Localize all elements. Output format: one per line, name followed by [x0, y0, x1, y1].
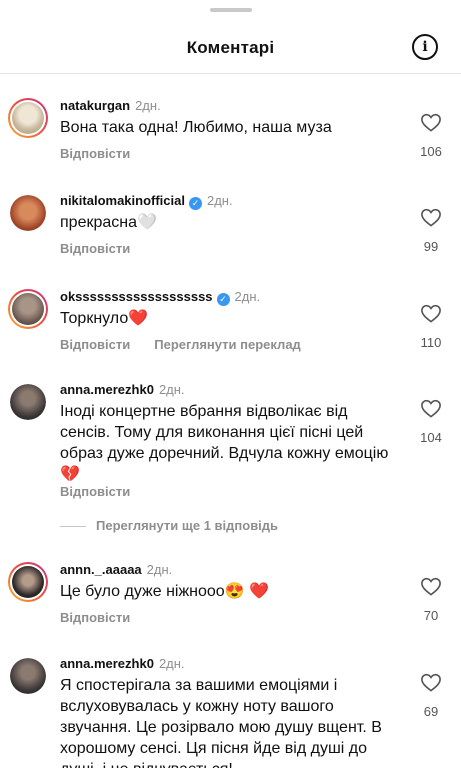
- avatar[interactable]: [8, 289, 48, 329]
- heart-icon[interactable]: [420, 672, 442, 692]
- reply-button[interactable]: Відповісти: [60, 484, 130, 499]
- comment-text: Вона така одна! Любимо, наша муза: [60, 119, 332, 136]
- comment-username[interactable]: natakurgan: [60, 98, 130, 113]
- comment-text: Іноді концертне вбрання відволікає від с…: [60, 403, 389, 462]
- view-replies-button[interactable]: Переглянути ще 1 відповідь: [60, 518, 278, 533]
- heart-icon[interactable]: [420, 303, 442, 323]
- heart-icon[interactable]: [420, 207, 442, 227]
- comment-time: 2дн.: [158, 382, 185, 397]
- comment-text: Це було дуже ніжнооо: [60, 583, 225, 600]
- comment-username[interactable]: oksssssssssssssssssss: [60, 289, 213, 304]
- comment-text: Я спостерігала за вашими емоціями і вслу…: [60, 677, 382, 768]
- white-heart-emoji: 🤍: [137, 214, 157, 231]
- like-count: 106: [420, 144, 442, 159]
- comment-username[interactable]: annn._.aaaaa: [60, 562, 142, 577]
- avatar[interactable]: [8, 562, 48, 602]
- broken-heart-emoji: 💔: [60, 466, 80, 483]
- verified-badge-icon: ✓: [188, 197, 202, 210]
- comments-header: Коментарі i: [0, 24, 461, 74]
- like-count: 110: [420, 335, 442, 350]
- replies-divider: [60, 526, 86, 528]
- page-title: Коментарі: [186, 38, 275, 57]
- like-count: 70: [423, 608, 439, 623]
- heart-icon[interactable]: [420, 398, 442, 418]
- heart-icon[interactable]: [420, 112, 442, 132]
- avatar[interactable]: [10, 658, 46, 694]
- comment-time: 2дн.: [135, 98, 161, 113]
- avatar[interactable]: [10, 195, 46, 231]
- comment-time: 2дн.: [158, 656, 185, 671]
- comment-time: 2дн.: [146, 562, 173, 577]
- comment-time: 2дн.: [234, 289, 261, 304]
- comments-sheet: Коментарі i natakurgan 2дн. Вона така одн…: [0, 0, 461, 768]
- reply-button[interactable]: Відповісти: [60, 146, 130, 161]
- avatar[interactable]: [10, 384, 46, 420]
- like-count: 104: [420, 430, 442, 445]
- comment-text: прекрасна: [60, 214, 137, 231]
- comment-time: 2дн.: [206, 193, 233, 208]
- sheet-grabber[interactable]: [210, 8, 252, 12]
- verified-badge-icon: ✓: [216, 293, 230, 306]
- like-count: 99: [423, 239, 439, 254]
- avatar[interactable]: [8, 98, 48, 138]
- heart-eyes-emoji: 😍 ❤️: [224, 583, 269, 600]
- comment-username[interactable]: anna.merezhk0: [60, 656, 154, 671]
- reply-button[interactable]: Відповісти: [60, 241, 130, 256]
- heart-icon[interactable]: [420, 576, 442, 596]
- comment-text: Торкнуло: [60, 310, 129, 327]
- comment-username[interactable]: anna.merezhk0: [60, 382, 154, 397]
- see-translation-button[interactable]: Переглянути переклад: [154, 337, 301, 352]
- red-heart-emoji: ❤️: [128, 310, 149, 327]
- reply-button[interactable]: Відповісти: [60, 337, 130, 352]
- like-count: 69: [423, 704, 439, 719]
- reply-button[interactable]: Відповісти: [60, 610, 130, 625]
- comment-username[interactable]: nikitalomakinofficial: [60, 193, 185, 208]
- view-replies-label: Переглянути ще 1 відповідь: [96, 518, 279, 533]
- info-icon[interactable]: i: [412, 34, 438, 60]
